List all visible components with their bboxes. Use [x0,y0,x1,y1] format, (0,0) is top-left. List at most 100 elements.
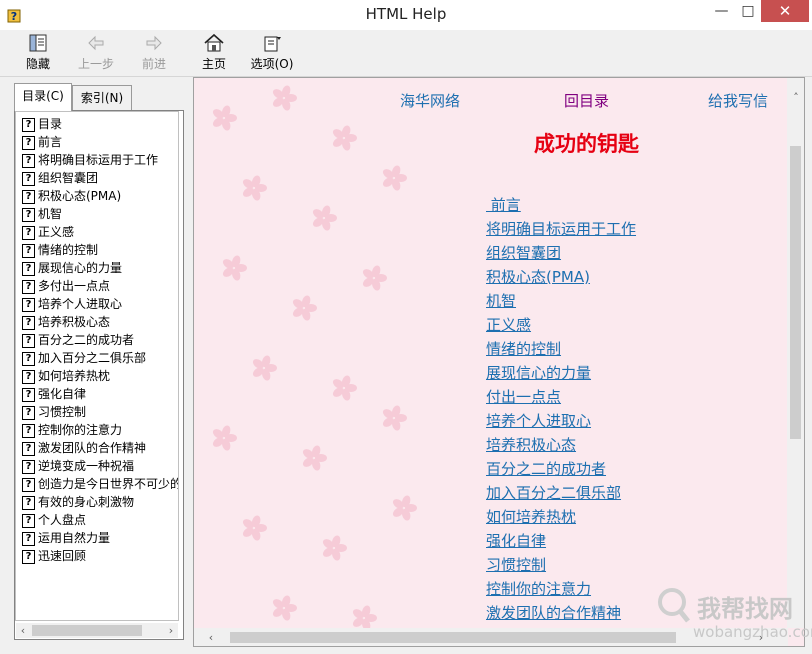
toc-link[interactable]: 控制你的注意力 [486,578,591,599]
tree-item-label: 情绪的控制 [38,243,99,257]
tab-index[interactable]: 索引(N) [72,85,132,110]
tree-item[interactable]: ? 培养积极心态 [22,313,110,330]
maximize-button[interactable]: □ [735,0,761,22]
tree-item-label: 迅速回顾 [38,549,87,563]
forward-label: 前进 [141,57,166,71]
toc-link[interactable]: 将明确目标运用于工作 [486,218,636,239]
back-label: 上一步 [77,57,114,71]
options-button[interactable]: 选项(O) [248,32,296,72]
tree-item-label: 前言 [38,135,63,149]
tree-item[interactable]: ? 目录 [22,115,62,132]
tree-item[interactable]: ? 加入百分之二俱乐部 [22,349,146,366]
toc-link[interactable]: 机智 [486,290,516,311]
tree-item-label: 个人盘点 [38,513,87,527]
close-button[interactable]: ✕ [761,0,809,22]
toc-link[interactable]: 付出一点点 [486,386,561,407]
tree-item[interactable]: ? 将明确目标运用于工作 [22,151,158,168]
content-hscroll-thumb[interactable] [230,632,676,643]
toc-link[interactable]: 强化自律 [486,530,546,551]
help-topic-icon: ? [22,153,35,168]
tree-item[interactable]: ? 正义感 [22,223,74,240]
hide-pane-icon [29,34,47,52]
hide-button[interactable]: 隐藏 [14,32,62,72]
tree-item-label: 习惯控制 [38,405,87,419]
scroll-left-icon[interactable]: ‹ [16,623,30,638]
help-topic-icon: ? [22,135,35,150]
tree-item[interactable]: ? 百分之二的成功者 [22,331,134,348]
tree-item[interactable]: ? 前言 [22,133,62,150]
tree-item-label: 运用自然力量 [38,531,111,545]
toc-link[interactable]: 如何培养热枕 [486,506,576,527]
scroll-up-icon[interactable]: ˄ [789,90,803,105]
toc-link[interactable]: 展现信心的力量 [486,362,591,383]
tree-list: ? 目录? 前言? 将明确目标运用于工作? 组织智囊团? 积极心态(PMA)? 机智? 正义感… [15,111,179,621]
options-icon [264,36,281,52]
help-topic-icon: ? [22,225,35,240]
tree-item-label: 组织智囊团 [38,171,99,185]
watermark-brand: 我帮找网 [697,595,793,623]
help-topic-icon: ? [22,477,35,492]
toc-link[interactable]: 前言 [486,194,521,215]
window-title: HTML Help [365,5,447,23]
toc-link[interactable]: 培养个人进取心 [486,410,591,431]
minimize-button[interactable]: — [708,0,735,22]
tree-item[interactable]: ? 强化自律 [22,385,86,402]
tree-item[interactable]: ? 个人盘点 [22,511,86,528]
tree-item[interactable]: ? 组织智囊团 [22,169,98,186]
help-topic-icon: ? [22,261,35,276]
tree-item[interactable]: ? 运用自然力量 [22,529,110,546]
tree-item[interactable]: ? 机智 [22,205,62,222]
toc-link[interactable]: 正义感 [486,314,531,335]
home-button[interactable]: 主页 [190,32,238,72]
forward-button[interactable]: 前进 [130,32,178,72]
tree-item[interactable]: ? 激发团队的合作精神 [22,439,146,456]
help-topic-icon: ? [22,279,35,294]
tree-scroll-thumb[interactable] [32,625,142,636]
tree-item[interactable]: ? 创造力是今日世界不可少的 [22,475,178,492]
help-topic-icon: ? [22,405,35,420]
content-scroll-thumb[interactable] [790,146,801,439]
tree-item-label: 培养积极心态 [38,315,111,329]
tree-item-label: 加入百分之二俱乐部 [38,351,147,365]
toc-link[interactable]: 培养积极心态 [486,434,576,455]
toc-link[interactable]: 积极心态(PMA) [486,266,590,287]
tree-item-label: 积极心态(PMA) [38,189,122,203]
tree-item-label: 逆境变成一种祝福 [38,459,135,473]
home-icon [204,33,224,52]
tree-horizontal-scrollbar[interactable]: ‹ › [16,623,178,638]
help-topic-icon: ? [22,207,35,222]
site-home-link[interactable]: 海华网络 [400,90,460,111]
tree-item[interactable]: ? 展现信心的力量 [22,259,122,276]
tree-item[interactable]: ? 迅速回顾 [22,547,86,564]
scroll-right-icon[interactable]: › [164,623,178,638]
toc-link[interactable]: 激发团队的合作精神 [486,602,621,623]
tree-item[interactable]: ? 有效的身心刺激物 [22,493,134,510]
tree-item[interactable]: ? 培养个人进取心 [22,295,122,312]
scroll-left-icon[interactable]: ‹ [204,630,218,645]
tree-item[interactable]: ? 如何培养热枕 [22,367,110,384]
tree-item-label: 目录 [38,117,63,131]
toc-link[interactable]: 习惯控制 [486,554,546,575]
toc-link[interactable]: 加入百分之二俱乐部 [486,482,621,503]
tree-item[interactable]: ? 情绪的控制 [22,241,98,258]
tree-item[interactable]: ? 多付出一点点 [22,277,110,294]
tree-item-label: 强化自律 [38,387,87,401]
write-me-link[interactable]: 给我写信 [708,90,768,111]
content-vertical-scrollbar[interactable]: ˄ [787,78,804,628]
tree-item[interactable]: ? 习惯控制 [22,403,86,420]
tree-item-label: 将明确目标运用于工作 [38,153,159,167]
tree-item[interactable]: ? 积极心态(PMA) [22,187,121,204]
tree-item[interactable]: ? 控制你的注意力 [22,421,122,438]
help-topic-icon: ? [22,243,35,258]
back-button[interactable]: 上一步 [72,32,120,72]
toc-link[interactable]: 组织智囊团 [486,242,561,263]
tree-item[interactable]: ? 逆境变成一种祝福 [22,457,134,474]
tab-contents[interactable]: 目录(C) [14,83,72,111]
back-to-toc-link[interactable]: 回目录 [564,90,609,111]
toc-link[interactable]: 情绪的控制 [486,338,561,359]
tree-item-label: 机智 [38,207,63,221]
tree-item-label: 激发团队的合作精神 [38,441,147,455]
help-topic-icon: ? [22,297,35,312]
toc-link[interactable]: 百分之二的成功者 [486,458,606,479]
tree-item-label: 控制你的注意力 [38,423,123,437]
